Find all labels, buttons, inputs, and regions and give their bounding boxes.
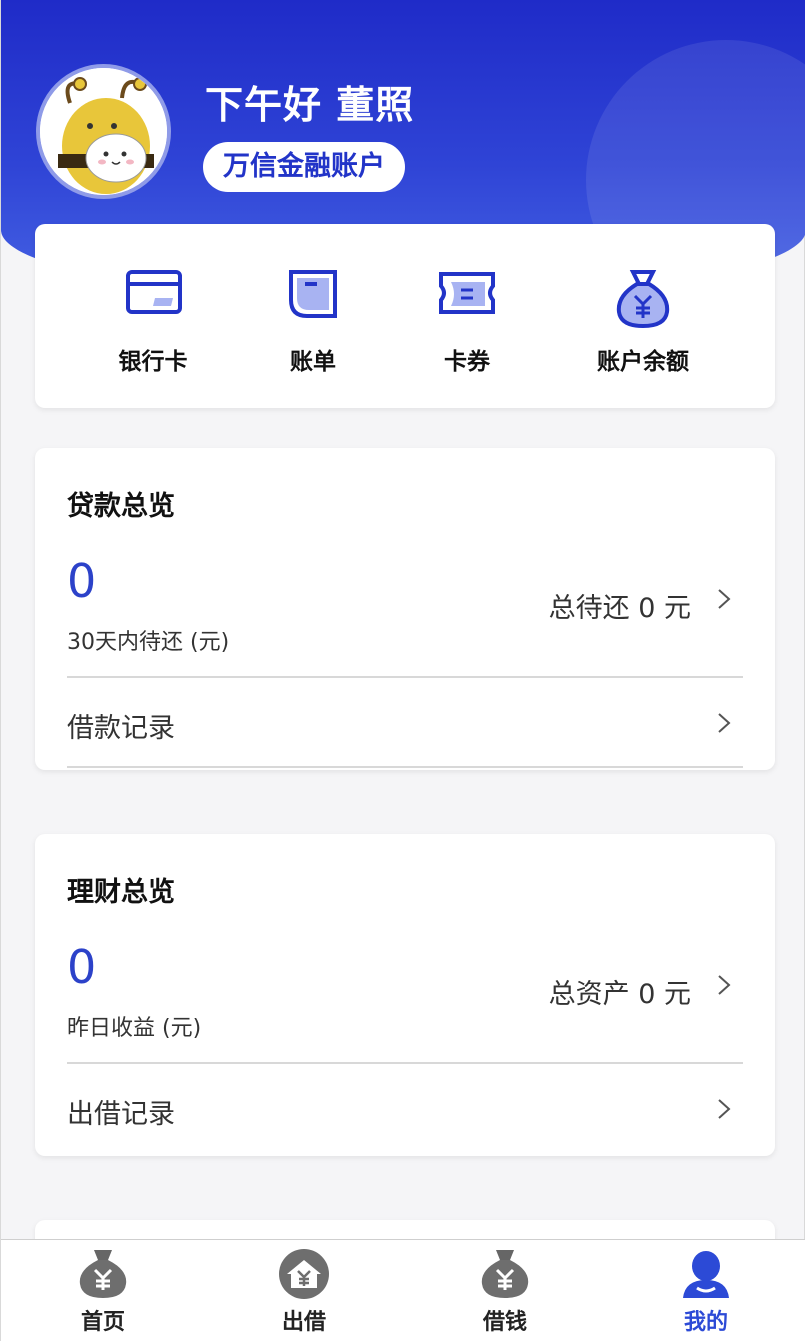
yesterday-earnings-amount: 0 bbox=[67, 940, 97, 994]
tab-mine[interactable]: 我的 bbox=[646, 1240, 766, 1341]
tab-lend[interactable]: 出借 bbox=[244, 1240, 364, 1341]
tab-label: 借钱 bbox=[482, 1310, 527, 1335]
tab-label: 首页 bbox=[80, 1310, 125, 1335]
user-icon bbox=[683, 1251, 729, 1298]
chevron-right-icon[interactable] bbox=[713, 974, 735, 996]
avatar-bee-illustration bbox=[40, 68, 167, 195]
loan-overview-card: 贷款总览 0 30天内待还 (元) 总待还 0 元 借款记录 bbox=[35, 448, 775, 770]
bill-icon bbox=[289, 270, 337, 318]
bank-card-icon bbox=[126, 270, 182, 314]
lending-record-link[interactable]: 出借记录 bbox=[67, 1092, 175, 1131]
coupon-icon bbox=[439, 272, 495, 314]
divider bbox=[67, 766, 743, 768]
tab-label: 我的 bbox=[683, 1310, 728, 1335]
money-bag-icon bbox=[79, 1250, 127, 1298]
quick-action-account-balance[interactable]: 账户余额 bbox=[583, 224, 703, 408]
money-bag-icon bbox=[616, 270, 670, 328]
loan-record-link[interactable]: 借款记录 bbox=[67, 706, 175, 745]
section-title: 贷款总览 bbox=[67, 491, 175, 522]
loan-due-amount: 0 bbox=[67, 554, 97, 608]
quick-action-label: 账单 bbox=[290, 349, 336, 375]
tab-home[interactable]: 首页 bbox=[43, 1240, 163, 1341]
quick-action-label: 账户余额 bbox=[597, 349, 689, 375]
bottom-tab-bar: 首页 出借 借钱 我的 bbox=[1, 1239, 805, 1341]
loan-due-label: 30天内待还 (元) bbox=[67, 630, 230, 655]
quick-action-bank-card[interactable]: 银行卡 bbox=[95, 224, 211, 408]
chevron-right-icon[interactable] bbox=[713, 588, 735, 610]
section-title: 理财总览 bbox=[67, 877, 175, 908]
quick-action-coupon[interactable]: 卡券 bbox=[409, 224, 525, 408]
house-money-icon bbox=[279, 1249, 329, 1299]
tab-label: 出借 bbox=[281, 1310, 326, 1335]
total-assets-text[interactable]: 总资产 0 元 bbox=[549, 972, 691, 1011]
yesterday-earnings-label: 昨日收益 (元) bbox=[67, 1016, 202, 1041]
money-bag-icon bbox=[481, 1250, 529, 1298]
divider bbox=[67, 676, 743, 678]
chevron-right-icon[interactable] bbox=[713, 1098, 735, 1120]
quick-action-label: 卡券 bbox=[444, 349, 490, 375]
greeting-text: 下午好 董照 bbox=[205, 83, 415, 127]
finance-overview-card: 理财总览 0 昨日收益 (元) 总资产 0 元 出借记录 bbox=[35, 834, 775, 1156]
quick-action-label: 银行卡 bbox=[118, 349, 188, 375]
quick-actions-card: 银行卡 账单 卡券 账户余额 bbox=[35, 224, 775, 408]
chevron-right-icon[interactable] bbox=[713, 712, 735, 734]
avatar[interactable] bbox=[36, 64, 171, 199]
divider bbox=[67, 1062, 743, 1064]
tab-borrow[interactable]: 借钱 bbox=[445, 1240, 565, 1341]
account-badge[interactable]: 万信金融账户 bbox=[203, 142, 405, 192]
quick-action-bill[interactable]: 账单 bbox=[255, 224, 371, 408]
total-due-text[interactable]: 总待还 0 元 bbox=[549, 586, 691, 625]
